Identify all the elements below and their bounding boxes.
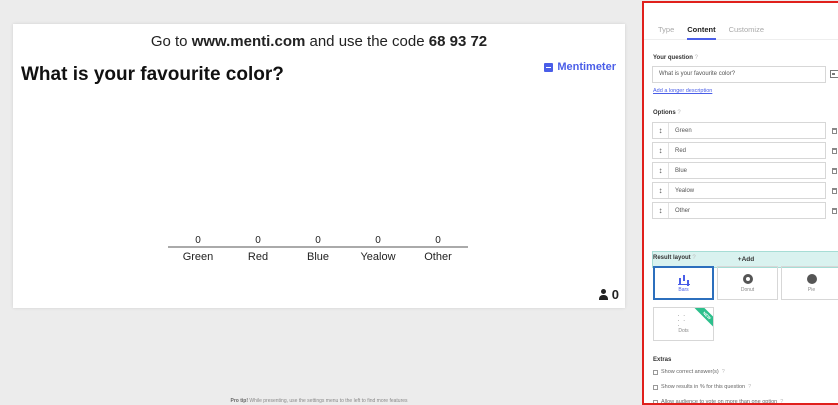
- layout-option-donut[interactable]: Donut: [717, 266, 778, 300]
- chart-value-label: 0: [195, 235, 201, 246]
- question-help-icon[interactable]: ?: [695, 55, 698, 61]
- checkbox[interactable]: [653, 369, 658, 375]
- chart-value-label: 0: [435, 235, 441, 246]
- trash-icon[interactable]: [832, 208, 837, 214]
- drag-handle-icon[interactable]: ↕: [653, 143, 669, 158]
- donut-chart-icon: [742, 273, 753, 284]
- chart-category-label: Blue: [307, 251, 329, 263]
- pro-tip-text: While presenting, use the settings menu …: [247, 398, 408, 404]
- layout-option-pie[interactable]: Pie: [781, 266, 838, 300]
- option-item[interactable]: ↕ Other: [652, 202, 837, 219]
- option-item[interactable]: ↕ Red: [652, 142, 837, 159]
- drag-handle-icon[interactable]: ↕: [653, 203, 669, 218]
- layout-option-label: Bars: [678, 286, 689, 293]
- tab-type[interactable]: Type: [658, 25, 674, 39]
- extras-label: Extras: [653, 357, 672, 363]
- help-icon[interactable]: ?: [748, 384, 751, 390]
- option-label: Blue: [675, 167, 688, 174]
- trash-icon[interactable]: [832, 128, 837, 134]
- layout-option-label: Pie: [807, 286, 816, 293]
- question-input[interactable]: What is your favourite color?: [652, 66, 838, 83]
- pro-tip-lead: Pro tip!: [230, 398, 248, 404]
- pro-tip: Pro tip! While presenting, use the setti…: [13, 398, 625, 404]
- chart-category-label: Red: [248, 251, 268, 263]
- result-layout-section-label: Result layout ?: [653, 255, 696, 261]
- option-label: Yealow: [675, 187, 695, 194]
- trash-icon[interactable]: [832, 168, 837, 174]
- add-description-link[interactable]: Add a longer description: [653, 88, 712, 94]
- drag-handle-icon[interactable]: ↕: [653, 183, 669, 198]
- extra-option[interactable]: Show correct answer(s) ?: [653, 369, 725, 375]
- pie-chart-icon: [806, 273, 817, 284]
- layout-option-bars[interactable]: Bars: [653, 266, 714, 300]
- layout-option-dots[interactable]: Dots NEW: [653, 307, 714, 341]
- option-label: Red: [675, 147, 687, 154]
- extra-option[interactable]: Show results in % for this question ?: [653, 384, 751, 390]
- editor-panel: Type Content Customize Your question ? W…: [642, 1, 838, 405]
- chart-value-label: 0: [255, 235, 261, 246]
- checkbox[interactable]: [653, 399, 658, 403]
- chart-category-label: Yealow: [360, 251, 395, 263]
- vote-counter: 0: [598, 287, 619, 302]
- chart-value-label: 0: [315, 235, 321, 246]
- new-badge: NEW: [692, 308, 713, 330]
- chart-value-label: 0: [375, 235, 381, 246]
- question-section-label: Your question ?: [653, 55, 698, 61]
- extra-option-label: Show results in % for this question: [661, 384, 746, 390]
- options-section-label: Options ?: [653, 110, 681, 116]
- extra-option-label: Allow audience to vote on more than one …: [661, 399, 778, 405]
- question-label: Your question: [653, 55, 693, 61]
- options-help-icon[interactable]: ?: [677, 110, 680, 116]
- drag-handle-icon[interactable]: ↕: [653, 123, 669, 138]
- bar-chart-icon: [677, 274, 690, 285]
- vote-count: 0: [611, 287, 619, 302]
- person-icon: [598, 289, 609, 300]
- help-icon[interactable]: ?: [722, 369, 725, 375]
- checkbox[interactable]: [653, 384, 658, 390]
- result-layout-help-icon[interactable]: ?: [692, 255, 695, 261]
- dots-chart-icon: [678, 314, 690, 329]
- trash-icon[interactable]: [832, 148, 837, 154]
- extra-option-label: Show correct answer(s): [661, 369, 719, 375]
- panel-tabs: Type Content Customize: [644, 3, 838, 40]
- option-label: Green: [675, 127, 692, 134]
- help-icon[interactable]: ?: [780, 399, 783, 403]
- option-label: Other: [675, 207, 691, 214]
- tab-customize[interactable]: Customize: [729, 25, 764, 39]
- option-item[interactable]: ↕ Blue: [652, 162, 837, 179]
- option-item[interactable]: ↕ Green: [652, 122, 837, 139]
- chart-category-label: Other: [424, 251, 452, 263]
- extra-option[interactable]: Allow audience to vote on more than one …: [653, 399, 783, 405]
- drag-handle-icon[interactable]: ↕: [653, 163, 669, 178]
- question-input-value: What is your favourite color?: [659, 71, 736, 77]
- results-bar-chart: 0 Green 0 Red 0 Blue 0 Yealow 0 Other: [168, 235, 468, 263]
- chart-category-label: Green: [183, 251, 214, 263]
- option-item[interactable]: ↕ Yealow: [652, 182, 837, 199]
- result-layout-label: Result layout: [653, 255, 691, 261]
- slide-preview: Go to www.menti.com and use the code 68 …: [13, 24, 625, 308]
- image-icon[interactable]: [830, 70, 838, 78]
- trash-icon[interactable]: [832, 188, 837, 194]
- layout-option-label: Donut: [740, 286, 755, 293]
- tab-content[interactable]: Content: [687, 25, 716, 40]
- options-label: Options: [653, 110, 676, 116]
